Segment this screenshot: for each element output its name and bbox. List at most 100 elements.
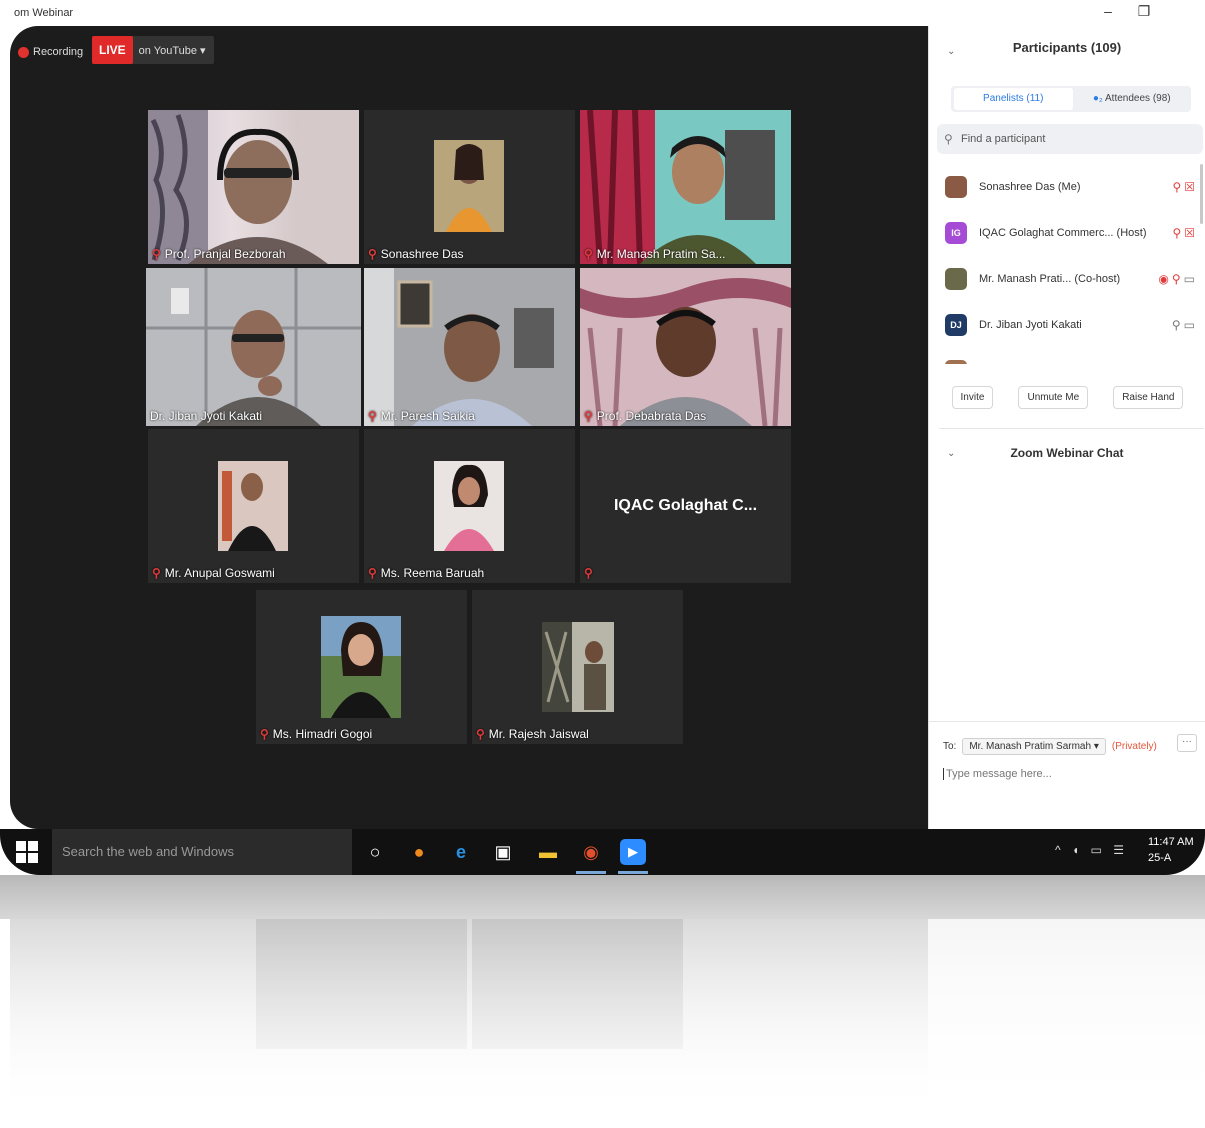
mic-muted-icon: ⚲ bbox=[368, 566, 377, 580]
profile-picture bbox=[542, 622, 614, 712]
participant-name-label: ⚲ Prof. Pranjal Bezborah bbox=[152, 247, 286, 261]
chrome-icon[interactable]: ◉ bbox=[578, 839, 604, 865]
minimize-button[interactable]: – bbox=[1096, 3, 1120, 19]
reflection-fade bbox=[0, 875, 1205, 1128]
video-tile[interactable]: ⚲ Prof. Debabrata Das bbox=[580, 268, 791, 426]
mic-muted-icon: ⚲ bbox=[584, 409, 593, 423]
video-tile[interactable]: ⚲ Sonashree Das bbox=[364, 110, 575, 264]
divider bbox=[939, 428, 1204, 429]
participant-name-label: ⚲ Prof. Debabrata Das bbox=[584, 409, 707, 423]
privately-label: (Privately) bbox=[1111, 741, 1157, 752]
clock-date: 25-A bbox=[1148, 852, 1172, 864]
camera-feed bbox=[364, 268, 575, 426]
chat-recipient-select[interactable]: Mr. Manash Pratim Sarmah ▾ bbox=[962, 738, 1106, 755]
mic-muted-icon: ⚲ bbox=[260, 727, 269, 741]
tab-panelists[interactable]: Panelists (11) bbox=[954, 88, 1073, 110]
avatar: IG bbox=[945, 222, 967, 244]
mic-muted-icon: ⚲ bbox=[368, 409, 377, 423]
camera-feed bbox=[146, 268, 361, 426]
mic-video-icons: ⚲▭ bbox=[1171, 318, 1198, 332]
zoom-icon[interactable]: ▶ bbox=[620, 839, 646, 865]
profile-picture bbox=[434, 461, 504, 551]
video-tile[interactable]: IQAC Golaghat C... ⚲ bbox=[580, 429, 791, 583]
avatar bbox=[945, 360, 967, 364]
reflection-effect bbox=[0, 875, 1205, 1128]
mic-video-off-icons: ⚲☒ bbox=[1172, 226, 1198, 240]
taskbar-clock[interactable]: 11:47 AM 25-A bbox=[1148, 834, 1194, 866]
participant-name-label: Dr. Jiban Jyoti Kakati bbox=[150, 409, 263, 423]
mic-video-off-icons: ⚲☒ bbox=[1172, 180, 1198, 194]
participant-row[interactable]: Sonashree Das (Me) ⚲☒ bbox=[929, 164, 1205, 210]
chat-more-button[interactable]: ··· bbox=[1177, 734, 1197, 752]
mic-muted-icon: ⚲ bbox=[152, 247, 161, 261]
profile-picture bbox=[321, 616, 401, 718]
camera-feed bbox=[580, 110, 791, 264]
mic-muted-icon: ⚲ bbox=[152, 566, 161, 580]
task-view-icon[interactable]: ○ bbox=[362, 839, 388, 865]
video-tile[interactable]: ⚲ Ms. Reema Baruah bbox=[364, 429, 575, 583]
video-tile[interactable]: ⚲ Mr. Rajesh Jaiswal bbox=[472, 590, 683, 744]
live-stream-button[interactable]: LIVE on YouTube ▾ bbox=[92, 36, 214, 64]
window-title: om Webinar bbox=[14, 7, 74, 19]
video-tile[interactable]: ⚲ Prof. Pranjal Bezborah bbox=[148, 110, 359, 264]
file-explorer-icon[interactable]: ▬ bbox=[535, 839, 561, 865]
firefox-icon[interactable]: ● bbox=[406, 839, 432, 865]
participant-list-scrollbar[interactable] bbox=[1200, 164, 1203, 224]
unmute-me-button[interactable]: Unmute Me bbox=[1018, 386, 1089, 409]
clock-time: 11:47 AM bbox=[1148, 836, 1194, 848]
divider bbox=[929, 721, 1205, 722]
recording-indicator[interactable]: Recording bbox=[18, 42, 83, 62]
system-tray-icons[interactable]: ^ ◖ ▭ ☰ bbox=[1055, 843, 1128, 857]
windows-taskbar: Search the web and Windows ○ ● e ▣ ▬ ◉ ▶… bbox=[0, 829, 1205, 875]
video-tile[interactable]: ⚲ Ms. Himadri Gogoi bbox=[256, 590, 467, 744]
search-participant-input[interactable]: ⚲ Find a participant bbox=[937, 124, 1203, 154]
video-feed bbox=[148, 110, 359, 264]
participants-title: Participants (109) bbox=[1012, 40, 1122, 55]
video-tile[interactable]: ⚲ Mr. Manash Pratim Sa... bbox=[580, 110, 791, 264]
edge-icon[interactable]: e bbox=[448, 839, 474, 865]
participants-tabs: Panelists (11) ●₂ Attendees (98) bbox=[951, 86, 1191, 112]
video-tile-active-speaker[interactable]: Dr. Jiban Jyoti Kakati bbox=[146, 268, 361, 426]
recording-mic-off-video-icons: ◉⚲▭ bbox=[1158, 272, 1198, 286]
avatar bbox=[945, 176, 967, 198]
participant-row[interactable]: IG IQAC Golaghat Commerc... (Host) ⚲☒ bbox=[929, 210, 1205, 256]
invite-button[interactable]: Invite bbox=[951, 386, 994, 409]
participant-actions: Invite Unmute Me Raise Hand bbox=[929, 386, 1205, 409]
side-panel: ⌄ Participants (109) Panelists (11) ●₂ A… bbox=[928, 26, 1205, 829]
participant-name-label: ⚲ Mr. Manash Pratim Sa... bbox=[584, 247, 726, 261]
mic-muted-icon: ⚲ bbox=[584, 566, 593, 580]
participant-display-name: IQAC Golaghat C... bbox=[613, 497, 758, 514]
mic-muted-icon: ⚲ bbox=[368, 247, 377, 261]
record-icon bbox=[18, 46, 29, 58]
participant-row[interactable]: Mr. Manash Prati... (Co-host) ◉⚲▭ bbox=[929, 256, 1205, 302]
tab-attendees[interactable]: ●₂ Attendees (98) bbox=[1073, 88, 1192, 110]
video-tile[interactable]: ⚲ Mr. Paresh Saikia bbox=[364, 268, 575, 426]
title-bar: om Webinar – ❐ bbox=[0, 0, 1205, 26]
attendees-icon: ●₂ bbox=[1092, 93, 1106, 104]
recording-label: Recording bbox=[33, 46, 84, 58]
participant-row[interactable] bbox=[929, 348, 1205, 364]
video-tile[interactable]: ⚲ Mr. Anupal Goswami bbox=[148, 429, 359, 583]
zoom-window: om Webinar – ❐ Recording LIVE on YouTube… bbox=[0, 0, 1205, 875]
participant-row[interactable]: DJ Dr. Jiban Jyoti Kakati ⚲▭ bbox=[929, 302, 1205, 348]
to-label: To: bbox=[943, 741, 957, 752]
taskbar-search-input[interactable]: Search the web and Windows bbox=[52, 829, 352, 875]
participant-name-label: ⚲ Mr. Rajesh Jaiswal bbox=[476, 727, 589, 741]
avatar: DJ bbox=[945, 314, 967, 336]
profile-picture bbox=[434, 140, 504, 232]
camera-feed bbox=[148, 110, 359, 264]
participant-list: Sonashree Das (Me) ⚲☒ IG IQAC Golaghat C… bbox=[929, 164, 1205, 364]
search-placeholder: Find a participant bbox=[961, 133, 1046, 145]
chat-title: Zoom Webinar Chat bbox=[1010, 446, 1124, 460]
live-badge: LIVE bbox=[92, 36, 133, 64]
store-icon[interactable]: ▣ bbox=[490, 839, 516, 865]
chat-message-input[interactable]: Type message here... bbox=[943, 768, 1052, 780]
windows-start-icon[interactable] bbox=[16, 841, 38, 863]
raise-hand-button[interactable]: Raise Hand bbox=[1113, 386, 1184, 409]
profile-picture bbox=[218, 461, 288, 551]
restore-button[interactable]: ❐ bbox=[1132, 3, 1156, 20]
search-icon: ⚲ bbox=[944, 132, 953, 146]
participant-name-label: ⚲ Ms. Himadri Gogoi bbox=[260, 727, 373, 741]
participant-name-label: ⚲ Ms. Reema Baruah bbox=[368, 566, 485, 580]
participant-name-label: ⚲ bbox=[584, 566, 597, 580]
